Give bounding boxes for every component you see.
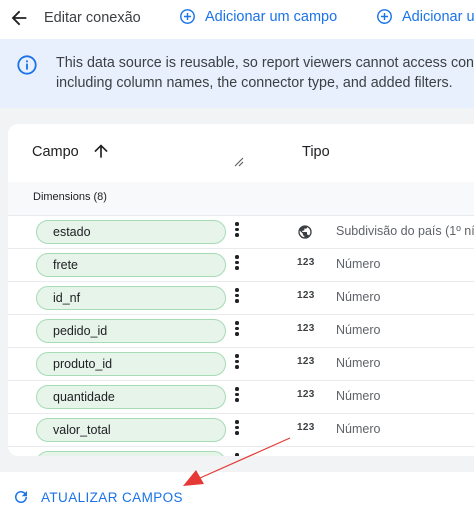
more-vert-icon[interactable] [234, 255, 240, 273]
field-chip[interactable]: id_nf [36, 286, 226, 310]
field-name: valor_total [53, 423, 111, 437]
more-vert-icon[interactable] [234, 321, 240, 339]
field-chip[interactable]: estado [36, 220, 226, 244]
refresh-icon [15, 491, 27, 503]
field-chip[interactable]: produto_id [36, 352, 226, 376]
reusable-info-banner: This data source is reusable, so report … [0, 39, 474, 108]
banner-text: This data source is reusable, so report … [56, 53, 474, 93]
table-row: estado Subdivisão do país (1º níve [8, 216, 474, 249]
field-name: quantidade [53, 390, 115, 404]
more-vert-icon[interactable] [234, 222, 240, 240]
field-name: id_nf [53, 291, 81, 305]
column-resize-handle-icon[interactable] [233, 156, 244, 167]
field-type[interactable]: Número [336, 455, 380, 456]
page-title: Editar conexão [44, 10, 141, 26]
table-row: frete 123 Número [8, 249, 474, 282]
add-parameter-button[interactable]: Adicionar um [376, 8, 474, 25]
field-chip[interactable]: valor_unitario [36, 451, 226, 456]
number-type-icon: 123 [297, 422, 315, 433]
banner-line-1: This data source is reusable, so report … [56, 55, 474, 71]
table-row: valor_total 123 Número [8, 414, 474, 447]
add-parameter-label: Adicionar um [402, 8, 474, 25]
field-type[interactable]: Número [336, 323, 380, 337]
field-chip[interactable]: valor_total [36, 418, 226, 442]
add-circle-icon [377, 9, 392, 24]
field-type[interactable]: Número [336, 422, 380, 436]
dimensions-group-label: Dimensions (8) [33, 191, 107, 203]
fields-panel: Campo Tipo Dimensions (8) estado Subdivi… [0, 108, 474, 472]
field-chip[interactable]: frete [36, 253, 226, 277]
table-row: produto_id 123 Número [8, 348, 474, 381]
top-bar: Editar conexão Adicionar um campo Adicio… [0, 0, 474, 38]
more-vert-icon[interactable] [234, 387, 240, 405]
number-type-icon: 123 [297, 290, 315, 301]
more-vert-icon[interactable] [234, 354, 240, 372]
add-field-button[interactable]: Adicionar um campo [179, 8, 337, 25]
table-row: quantidade 123 Número [8, 381, 474, 414]
more-vert-icon[interactable] [234, 288, 240, 306]
number-type-icon: 123 [297, 356, 315, 367]
number-type-icon: 123 [297, 455, 315, 456]
number-type-icon: 123 [297, 257, 315, 268]
field-chip[interactable]: pedido_id [36, 319, 226, 343]
column-header-type[interactable]: Tipo [302, 144, 330, 160]
field-name: produto_id [53, 357, 113, 371]
table-row: valor_unitario 123 Número [8, 447, 474, 456]
number-type-icon: 123 [297, 389, 315, 400]
add-circle-icon [180, 9, 195, 24]
more-vert-icon[interactable] [234, 453, 240, 456]
field-chip[interactable]: quantidade [36, 385, 226, 409]
fields-table: Campo Tipo Dimensions (8) estado Subdivi… [8, 124, 474, 456]
add-field-label: Adicionar um campo [205, 8, 338, 25]
table-row: pedido_id 123 Número [8, 315, 474, 348]
sort-ascending-icon[interactable] [91, 141, 111, 161]
field-type[interactable]: Número [336, 257, 380, 271]
field-name: frete [53, 258, 79, 272]
field-name: pedido_id [53, 324, 108, 338]
refresh-fields-label: ATUALIZAR CAMPOS [41, 489, 183, 505]
globe-icon [297, 224, 315, 240]
field-name: estado [53, 225, 91, 239]
back-arrow-icon[interactable] [8, 7, 30, 29]
column-header-field[interactable]: Campo [32, 144, 79, 160]
field-type[interactable]: Número [336, 389, 380, 403]
more-vert-icon[interactable] [234, 420, 240, 438]
dimensions-group-header: Dimensions (8) [8, 182, 474, 216]
banner-line-2: including column names, the connector ty… [56, 75, 453, 91]
field-type[interactable]: Número [336, 356, 380, 370]
number-type-icon: 123 [297, 323, 315, 334]
table-row: id_nf 123 Número [8, 282, 474, 315]
refresh-fields-button[interactable]: ATUALIZAR CAMPOS [12, 488, 183, 506]
field-type[interactable]: Subdivisão do país (1º níve [336, 224, 474, 238]
field-type[interactable]: Número [336, 290, 380, 304]
table-header: Campo Tipo [8, 124, 474, 183]
info-icon [17, 55, 37, 75]
